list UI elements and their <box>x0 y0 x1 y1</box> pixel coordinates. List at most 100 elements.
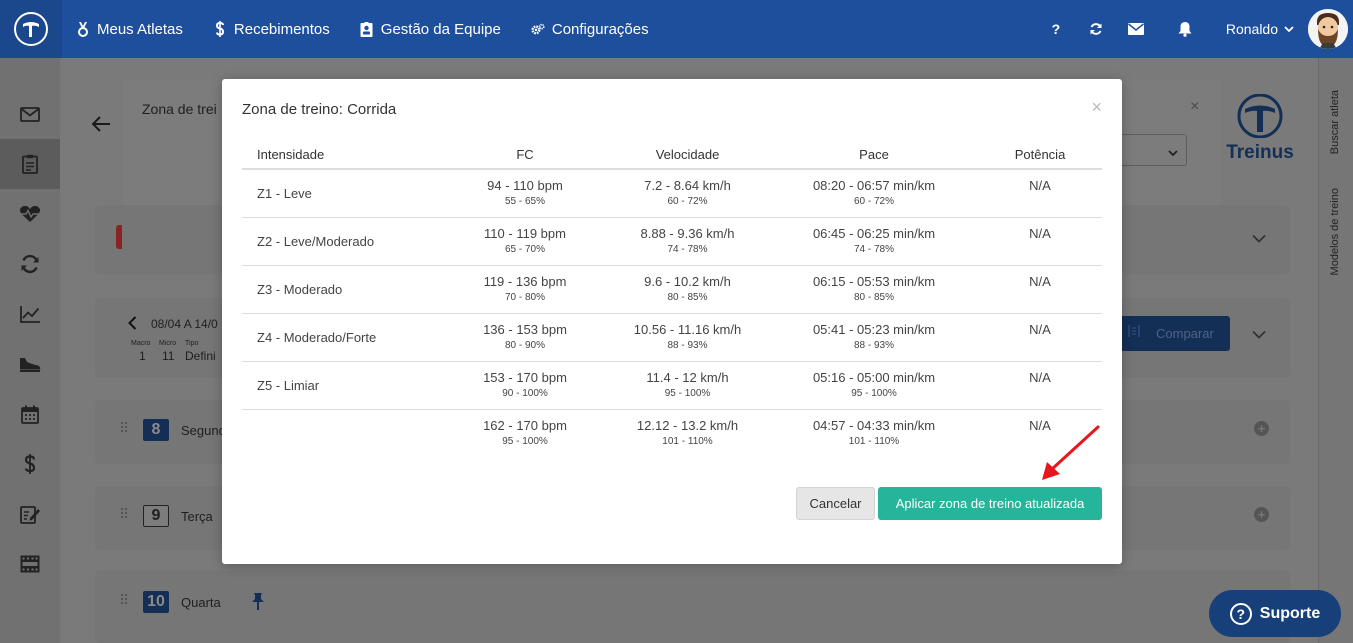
sidebar-dollar-icon[interactable] <box>0 439 60 489</box>
fc-cell: 136 - 153 bpm 80 - 90% <box>445 313 605 362</box>
macro-label: Macro <box>131 340 151 347</box>
day-name-wednesday: Quarta <box>181 595 221 610</box>
table-row: Z1 - Leve 94 - 110 bpm 55 - 65% 7.2 - 8.6… <box>242 169 1102 218</box>
table-row: 162 - 170 bpm 95 - 100% 12.12 - 13.2 km/h… <box>242 409 1102 457</box>
fc-percent: 95 - 100% <box>502 436 548 448</box>
velocidade-percent: 88 - 93% <box>667 340 708 351</box>
right-tab-bar: Buscar atleta Modelos de treino <box>1318 58 1353 643</box>
avatar[interactable] <box>1308 9 1348 49</box>
velocidade-percent: 101 - 110% <box>662 436 713 448</box>
pin-icon[interactable] <box>250 592 266 615</box>
sidebar-clipboard-icon[interactable] <box>0 139 60 189</box>
nav-meus-atletas[interactable]: Meus Atletas <box>76 21 183 38</box>
velocidade-value: 10.56 - 11.16 km/h <box>633 322 742 337</box>
table-row: Z4 - Moderado/Forte 136 - 153 bpm 80 - 90… <box>242 313 1102 362</box>
fc-value: 136 - 153 bpm <box>483 322 567 337</box>
sidebar-calendar-icon[interactable] <box>0 389 60 439</box>
fc-cell: 94 - 110 bpm 55 - 65% <box>445 169 605 218</box>
micro-label: Micro <box>159 340 177 347</box>
cancel-button[interactable]: Cancelar <box>796 487 875 520</box>
velocidade-value: 8.88 - 9.36 km/h <box>640 226 735 241</box>
compare-button[interactable]: Comparar <box>1122 316 1230 351</box>
sync-icon[interactable] <box>1076 0 1116 58</box>
help-circle-icon: ? <box>1229 602 1252 625</box>
pace-value: 04:57 - 04:33 min/km <box>812 418 936 434</box>
day-number-10: 10 <box>143 591 169 613</box>
bell-icon[interactable] <box>1156 0 1214 58</box>
back-arrow-icon[interactable] <box>91 116 110 137</box>
potencia-value: N/A <box>1029 370 1051 385</box>
add-day-9-icon[interactable]: + <box>1254 507 1269 522</box>
treinus-brand-logo: Treinus <box>1220 93 1300 166</box>
sidebar-heart-rate-icon[interactable] <box>0 189 60 239</box>
tab-modelos-de-treino[interactable]: Modelos de treino <box>1329 188 1345 275</box>
training-zone-modal: Zona de treino: Corrida × Intensidade FC… <box>222 79 1122 564</box>
pace-cell: 08:20 - 06:57 min/km 60 - 72% <box>770 169 978 218</box>
nav-recebimentos[interactable]: Recebimentos <box>213 21 330 38</box>
tab-buscar-atleta[interactable]: Buscar atleta <box>1329 90 1345 154</box>
fc-value: 119 - 136 bpm <box>483 274 567 289</box>
add-day-8-icon[interactable]: + <box>1254 421 1269 436</box>
sidebar-shoe-icon[interactable] <box>0 339 60 389</box>
pace-value: 06:45 - 06:25 min/km <box>812 226 936 241</box>
week-expand-chevron-icon[interactable] <box>1252 326 1266 344</box>
day-card-wednesday <box>95 571 1290 643</box>
expand-chevron-icon[interactable] <box>1252 230 1266 248</box>
velocidade-cell: 8.88 - 9.36 km/h 74 - 78% <box>605 217 770 266</box>
velocidade-cell: 12.12 - 13.2 km/h 101 - 110% <box>605 409 770 457</box>
gears-icon <box>531 22 545 36</box>
apply-updated-zone-button[interactable]: Aplicar zona de treino atualizada <box>878 487 1102 520</box>
sidebar-mail-icon[interactable] <box>0 89 60 139</box>
column-header-pace: Pace <box>770 141 978 170</box>
help-icon[interactable]: ? <box>1036 0 1076 58</box>
week-prev-icon[interactable] <box>128 316 137 335</box>
tipo-label: Tipo <box>185 340 199 347</box>
user-name[interactable]: Ronaldo <box>1226 21 1278 37</box>
potencia-value: N/A <box>1029 274 1051 289</box>
mail-icon[interactable] <box>1116 0 1156 58</box>
fc-cell: 119 - 136 bpm 70 - 80% <box>445 265 605 314</box>
potencia-value: N/A <box>1029 322 1051 337</box>
drag-handle-icon[interactable]: ⠿ <box>119 592 129 609</box>
support-button[interactable]: ? Suporte <box>1209 590 1341 637</box>
zone-name: Z5 - Limiar <box>242 361 445 410</box>
velocidade-cell: 10.56 - 11.16 km/h 88 - 93% <box>605 313 770 362</box>
app-logo[interactable] <box>0 0 62 58</box>
potencia-value: N/A <box>1029 178 1051 194</box>
nav-configuracoes[interactable]: Configurações <box>531 21 649 38</box>
day-number-9: 9 <box>143 505 169 527</box>
drag-handle-icon[interactable]: ⠿ <box>119 506 129 523</box>
close-icon[interactable]: × <box>1091 97 1102 118</box>
velocidade-cell: 9.6 - 10.2 km/h 80 - 85% <box>605 265 770 314</box>
pace-cell: 05:16 - 05:00 min/km 95 - 100% <box>770 361 978 410</box>
pace-percent: 95 - 100% <box>851 388 897 399</box>
fc-value: 94 - 110 bpm <box>487 178 563 194</box>
sidebar-film-icon[interactable] <box>0 539 60 589</box>
treinus-logo-icon <box>14 12 48 46</box>
select-chevron-icon <box>1168 144 1178 162</box>
pace-value: 08:20 - 06:57 min/km <box>812 178 936 194</box>
brand-name: Treinus <box>1226 142 1294 163</box>
sidebar-cycle-icon[interactable] <box>0 239 60 289</box>
column-header-intensidade: Intensidade <box>242 141 445 170</box>
zone-name: Z2 - Leve/Moderado <box>242 217 445 266</box>
drag-handle-icon[interactable]: ⠿ <box>119 420 129 437</box>
fc-percent: 55 - 65% <box>504 196 546 208</box>
pace-percent: 88 - 93% <box>853 340 895 351</box>
zone-name: Z3 - Moderado <box>242 265 445 314</box>
potencia-cell: N/A <box>978 169 1102 218</box>
pace-cell: 06:15 - 05:53 min/km 80 - 85% <box>770 265 978 314</box>
sidebar-edit-list-icon[interactable] <box>0 489 60 539</box>
micro-value: 11 <box>162 349 175 363</box>
potencia-cell: N/A <box>978 313 1102 362</box>
modal-title: Zona de treino: Corrida <box>242 101 397 118</box>
chevron-down-icon[interactable] <box>1284 20 1294 38</box>
background-panel-title: Zona de trei <box>142 101 217 117</box>
nav-gestao-equipe[interactable]: Gestão da Equipe <box>360 21 501 38</box>
sidebar-line-chart-icon[interactable] <box>0 289 60 339</box>
nav-gestao-equipe-label: Gestão da Equipe <box>380 20 501 38</box>
compare-icon <box>1128 324 1140 343</box>
pace-percent: 60 - 72% <box>853 196 895 208</box>
potencia-cell: N/A <box>978 361 1102 410</box>
table-row: Z2 - Leve/Moderado 110 - 119 bpm 65 - 70%… <box>242 217 1102 266</box>
